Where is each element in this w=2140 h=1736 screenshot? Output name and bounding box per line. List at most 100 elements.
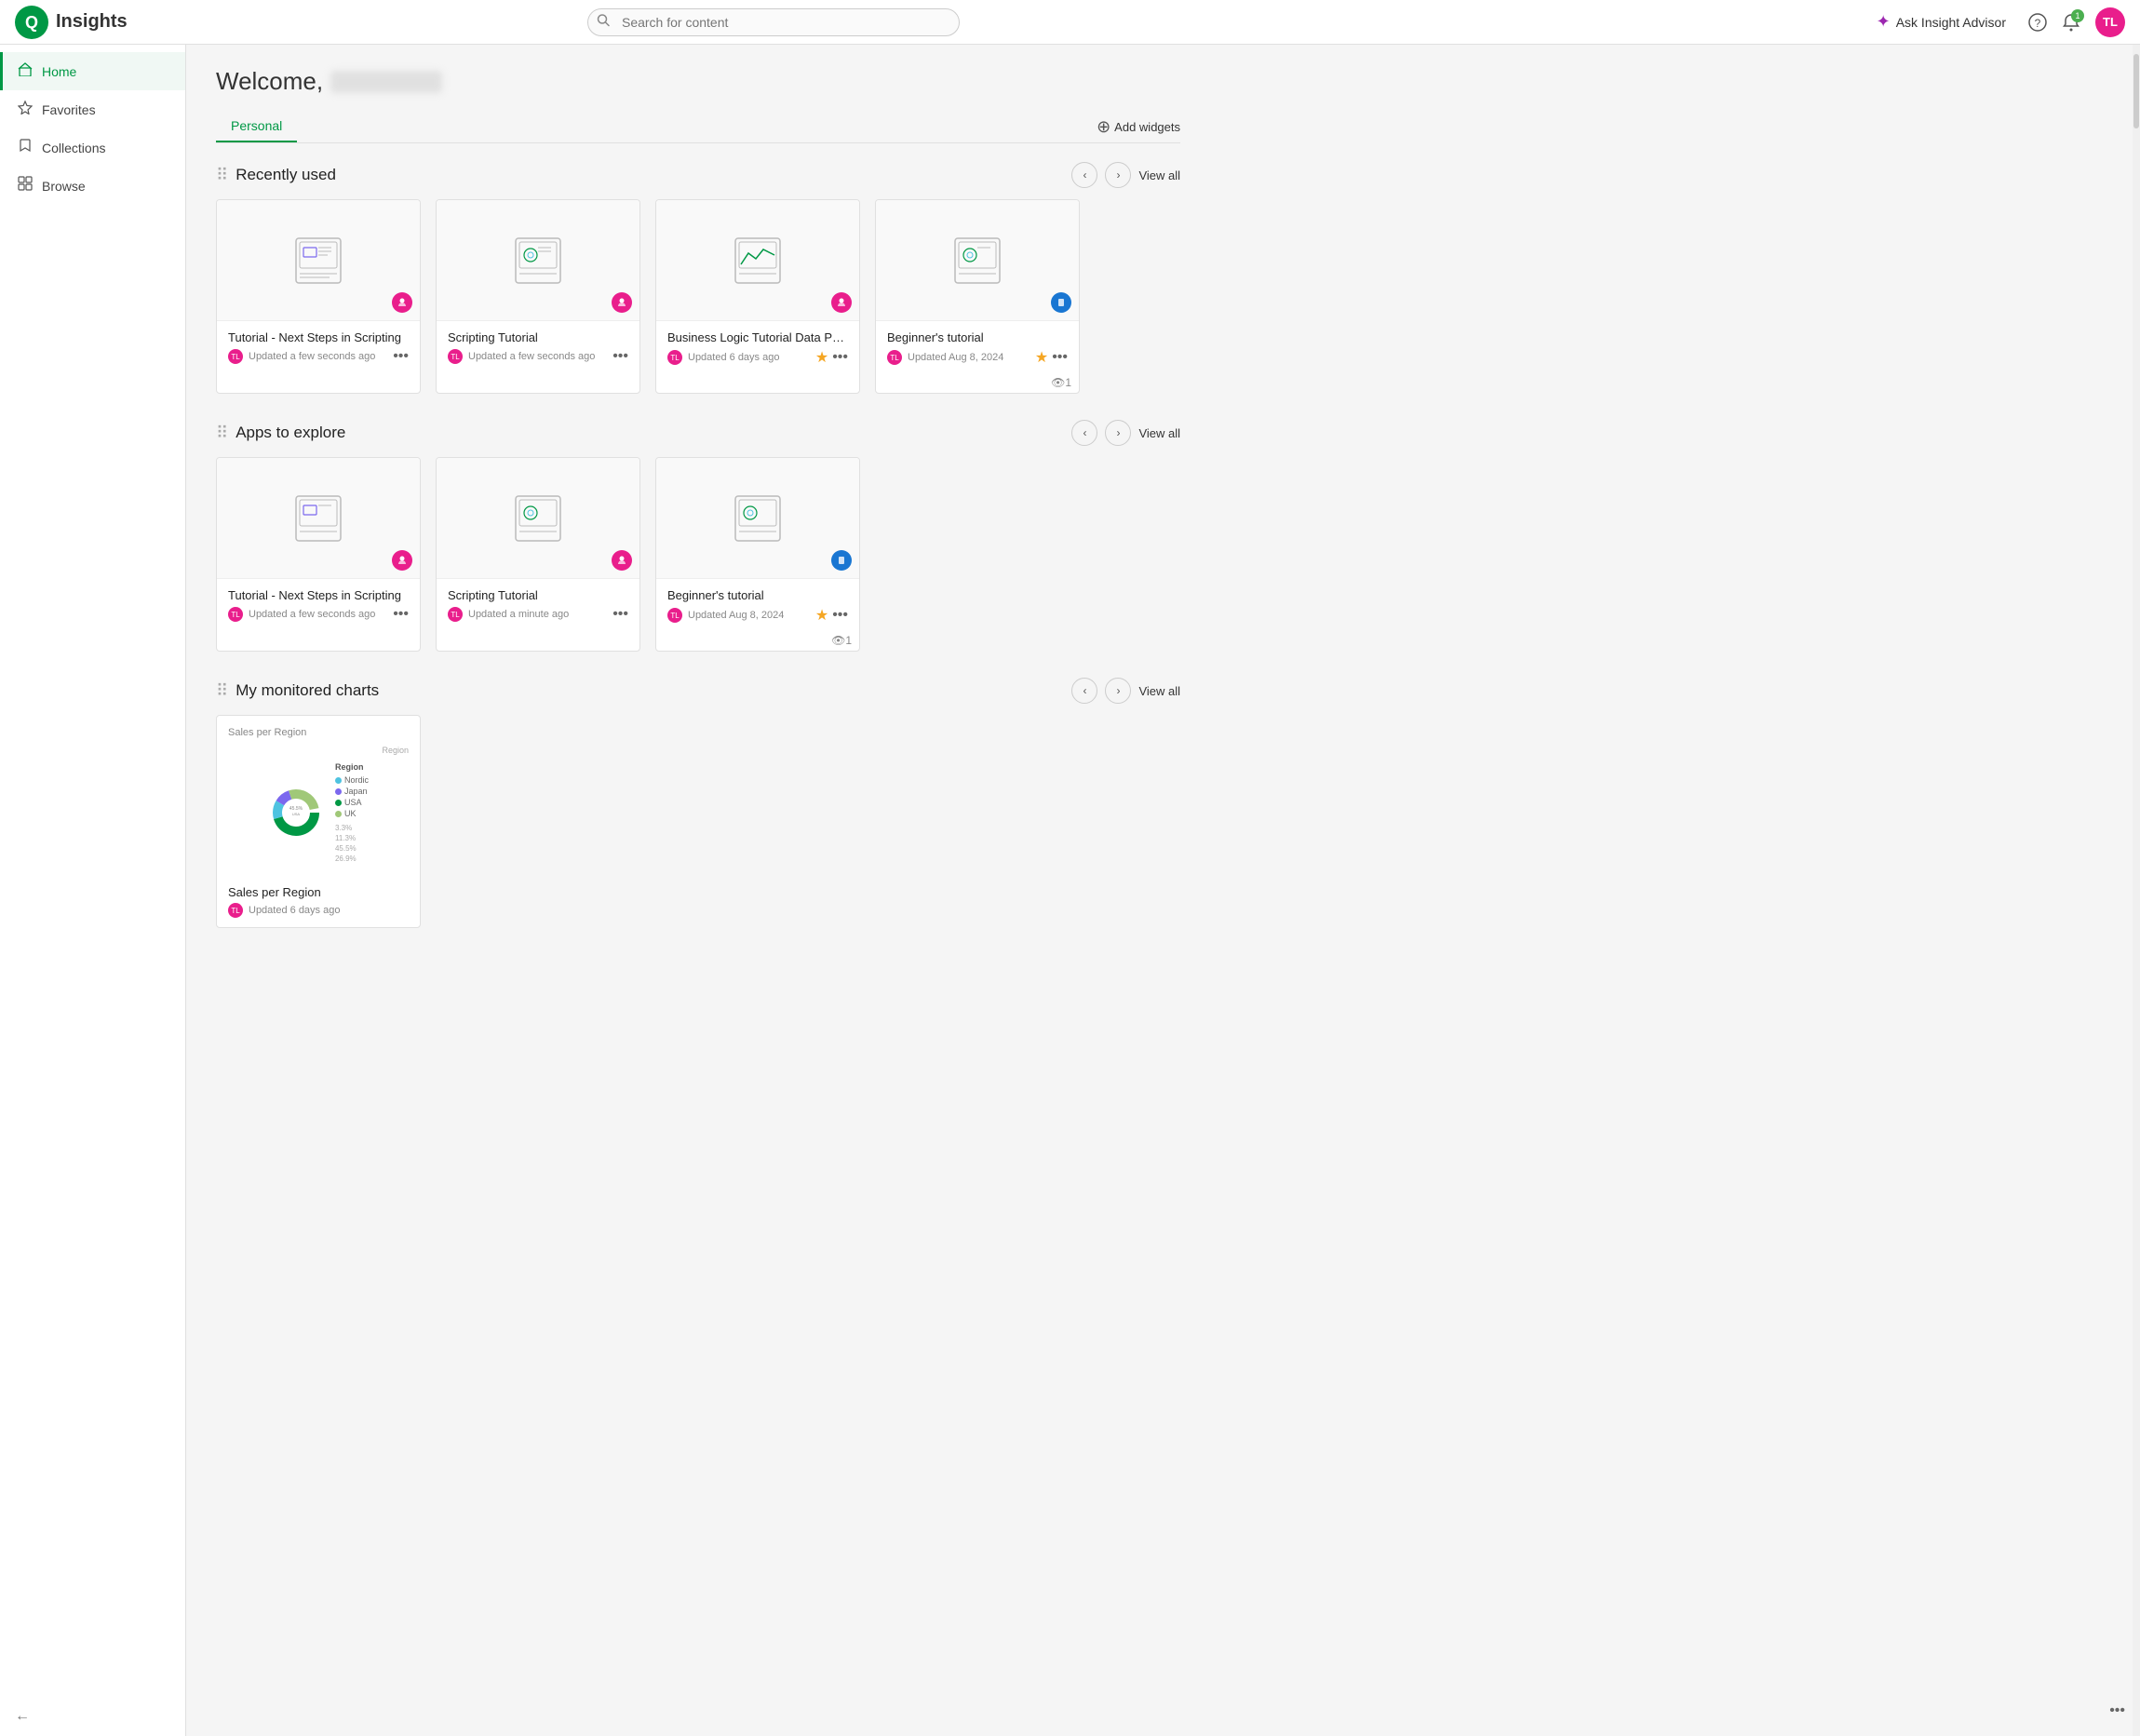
apps-to-explore-title: Apps to explore [236, 424, 345, 442]
app-thumbnail-icon [292, 492, 344, 545]
welcome-name-blurred [330, 71, 442, 93]
search-input[interactable] [587, 8, 960, 36]
recently-used-view-all[interactable]: View all [1138, 168, 1180, 182]
qlik-logo-icon: Q [15, 6, 48, 39]
sidebar: Home Favorites Collections Browse ← [0, 45, 186, 1736]
card-tutorial-scripting-2: Tutorial - Next Steps in Scripting TL Up… [216, 457, 421, 652]
star-icon [18, 100, 33, 119]
app-thumbnail-icon [951, 235, 1003, 287]
search-icon [597, 13, 610, 31]
tab-personal[interactable]: Personal [216, 111, 297, 142]
sidebar-item-home[interactable]: Home [0, 52, 185, 90]
view-count: 👁 1 [876, 376, 1079, 393]
card-title: Beginner's tutorial [887, 330, 1068, 344]
user-avatar[interactable]: TL [2095, 7, 2125, 37]
card-owner-badge [392, 550, 412, 571]
ask-advisor-button[interactable]: ✦ Ask Insight Advisor [1869, 8, 2013, 35]
card-updated: Updated 6 days ago [688, 352, 779, 363]
sidebar-browse-label: Browse [42, 179, 86, 194]
card-updated: Updated a few seconds ago [468, 351, 595, 362]
apps-view-all[interactable]: View all [1138, 426, 1180, 440]
svg-text:USA: USA [292, 812, 301, 816]
card-updated: Updated 6 days ago [249, 905, 340, 916]
app-thumbnail-icon [512, 492, 564, 545]
card-owner-badge [831, 550, 852, 571]
card-owner-badge [612, 550, 632, 571]
advisor-icon: ✦ [1877, 12, 1891, 32]
recently-used-next-button[interactable]: › [1105, 162, 1131, 188]
card-meta-avatar: TL [667, 608, 682, 623]
card-more-button[interactable]: ••• [393, 606, 409, 623]
card-updated: Updated a minute ago [468, 609, 569, 620]
card-tutorial-scripting-1: Tutorial - Next Steps in Scripting TL Up… [216, 199, 421, 394]
apps-to-explore-cards: Tutorial - Next Steps in Scripting TL Up… [216, 457, 1180, 652]
app-title: Insights [56, 11, 128, 33]
app-thumbnail-icon [292, 235, 344, 287]
sidebar-item-browse[interactable]: Browse [0, 167, 185, 205]
bookmark-icon [18, 138, 33, 157]
main-content: Welcome, Personal ⊕ Add widgets ⠿ Recent… [186, 45, 2133, 1736]
chart-section-title: Sales per Region [228, 727, 409, 738]
card-meta-avatar: TL [228, 607, 243, 622]
recently-used-prev-button[interactable]: ‹ [1071, 162, 1097, 188]
sidebar-item-collections[interactable]: Collections [0, 128, 185, 167]
chart-label: Region [228, 746, 409, 755]
recently-used-section: ⠿ Recently used ‹ › View all [216, 162, 1180, 394]
card-star-button[interactable]: ★ [1035, 348, 1048, 367]
card-more-button[interactable]: ••• [832, 607, 848, 624]
card-more-button[interactable]: ••• [612, 348, 628, 365]
add-widgets-button[interactable]: ⊕ Add widgets [1097, 117, 1180, 137]
card-star-button[interactable]: ★ [815, 606, 828, 625]
welcome-title: Welcome, [216, 67, 1180, 96]
top-navigation: Q Insights ✦ Ask Insight Advisor ? 1 TL [0, 0, 2140, 45]
topnav-right-actions: ✦ Ask Insight Advisor ? 1 TL [1869, 7, 2125, 37]
card-title: Beginner's tutorial [667, 588, 848, 602]
ask-advisor-label: Ask Insight Advisor [1896, 15, 2006, 30]
card-title: Tutorial - Next Steps in Scripting [228, 588, 409, 602]
drag-handle-apps: ⠿ [216, 424, 228, 443]
app-thumbnail-icon [732, 235, 784, 287]
sidebar-collapse-button[interactable]: ← [15, 1708, 30, 1725]
card-more-button[interactable]: ••• [393, 348, 409, 365]
card-more-button[interactable]: ••• [832, 349, 848, 366]
app-logo: Q Insights [15, 6, 128, 39]
chart-card-title: Sales per Region [228, 885, 409, 899]
chart-card-sales-region: Sales per Region Region [216, 715, 421, 928]
apps-to-explore-section: ⠿ Apps to explore ‹ › View all [216, 420, 1180, 652]
help-button[interactable]: ? [2028, 13, 2047, 32]
scrollbar-thumb[interactable] [2133, 54, 2139, 128]
drag-handle-charts: ⠿ [216, 681, 228, 701]
charts-prev-button[interactable]: ‹ [1071, 678, 1097, 704]
card-owner-badge [1051, 292, 1071, 313]
card-scripting-tutorial-1: Scripting Tutorial TL Updated a few seco… [436, 199, 640, 394]
chart-legend: Region Nordic Japan USA UK 3.3% 11.3% 45… [335, 762, 369, 863]
card-scripting-tutorial-2: Scripting Tutorial TL Updated a minute a… [436, 457, 640, 652]
card-meta-avatar: TL [228, 349, 243, 364]
recently-used-cards: Tutorial - Next Steps in Scripting TL Up… [216, 199, 1180, 394]
charts-view-all[interactable]: View all [1138, 684, 1180, 698]
card-updated: Updated Aug 8, 2024 [688, 610, 784, 621]
card-star-button[interactable]: ★ [815, 348, 828, 367]
app-thumbnail-icon [512, 235, 564, 287]
add-widgets-label: Add widgets [1114, 120, 1180, 134]
card-more-button[interactable]: ••• [1052, 349, 1068, 366]
notifications-button[interactable]: 1 [2062, 13, 2080, 32]
monitored-charts-title: My monitored charts [236, 681, 379, 700]
card-more-button[interactable]: ••• [612, 606, 628, 623]
grid-icon [18, 176, 33, 195]
card-owner-badge [612, 292, 632, 313]
apps-prev-button[interactable]: ‹ [1071, 420, 1097, 446]
card-owner-badge [392, 292, 412, 313]
sidebar-item-favorites[interactable]: Favorites [0, 90, 185, 128]
search-container [587, 8, 960, 36]
scrollbar-track[interactable] [2133, 45, 2140, 1736]
apps-next-button[interactable]: › [1105, 420, 1131, 446]
notification-badge: 1 [2071, 9, 2084, 22]
card-title: Business Logic Tutorial Data Prep [667, 330, 848, 344]
charts-next-button[interactable]: › [1105, 678, 1131, 704]
card-owner-badge [831, 292, 852, 313]
card-beginners-tutorial-2: Beginner's tutorial TL Updated Aug 8, 20… [655, 457, 860, 652]
card-updated: Updated a few seconds ago [249, 609, 375, 620]
card-meta-avatar: TL [448, 607, 463, 622]
sidebar-favorites-label: Favorites [42, 102, 96, 117]
